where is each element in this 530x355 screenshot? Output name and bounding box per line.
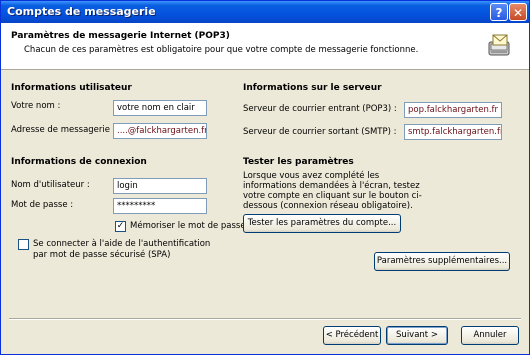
- logon-info-heading: Informations de connexion: [11, 157, 147, 167]
- test-settings-heading: Tester les paramètres: [243, 157, 354, 167]
- wizard-window: Comptes de messagerie ? ✕ Paramètres de …: [0, 0, 530, 355]
- footer-divider: [9, 318, 521, 320]
- help-button[interactable]: ?: [490, 3, 508, 21]
- outgoing-server-label: Serveur de courrier sortant (SMTP) :: [243, 127, 397, 137]
- user-info-heading: Informations utilisateur: [11, 83, 132, 93]
- mail-account-icon: [488, 34, 510, 56]
- test-account-button[interactable]: Tester les paramètres du compte...: [243, 214, 401, 233]
- email-label: Adresse de messagerie :: [11, 125, 116, 135]
- username-label: Nom d'utilisateur :: [11, 180, 90, 190]
- cancel-button[interactable]: Annuler: [461, 326, 519, 345]
- remember-password-checkbox[interactable]: ✓: [115, 221, 126, 232]
- back-button[interactable]: < Précédent: [323, 326, 381, 345]
- more-settings-button[interactable]: Paramètres supplémentaires...: [374, 252, 510, 271]
- password-label: Mot de passe :: [11, 200, 74, 210]
- close-button[interactable]: ✕: [509, 3, 527, 21]
- page-title: Paramètres de messagerie Internet (POP3): [11, 31, 230, 41]
- spa-label-line1[interactable]: Se connecter à l'aide de l'authentificat…: [33, 239, 210, 249]
- incoming-server-input[interactable]: pop.falckhargarten.fr: [404, 102, 502, 118]
- next-button[interactable]: Suivant >: [386, 326, 448, 345]
- incoming-server-label: Serveur de courrier entrant (POP3) :: [243, 104, 397, 114]
- name-label: Votre nom :: [11, 101, 61, 111]
- username-input[interactable]: login: [113, 178, 207, 194]
- spa-checkbox[interactable]: [18, 239, 29, 250]
- window-title: Comptes de messagerie: [7, 5, 156, 18]
- title-bar[interactable]: Comptes de messagerie ? ✕: [1, 1, 529, 23]
- page-subtitle: Chacun de ces paramètres est obligatoire…: [24, 45, 419, 55]
- name-input[interactable]: votre nom en clair: [113, 100, 207, 116]
- wizard-header: Paramètres de messagerie Internet (POP3)…: [1, 23, 529, 70]
- remember-password-label[interactable]: Mémoriser le mot de passe: [130, 221, 246, 231]
- test-description: Lorsque vous avez complété les informati…: [243, 171, 422, 211]
- spa-label-line2[interactable]: par mot de passe sécurisé (SPA): [33, 250, 170, 260]
- server-info-heading: Informations sur le serveur: [243, 83, 382, 93]
- email-input[interactable]: ....@falckhargarten.fr: [113, 123, 207, 139]
- outgoing-server-input[interactable]: smtp.falckhargarten.fr: [404, 124, 502, 140]
- password-input[interactable]: *********: [113, 198, 207, 214]
